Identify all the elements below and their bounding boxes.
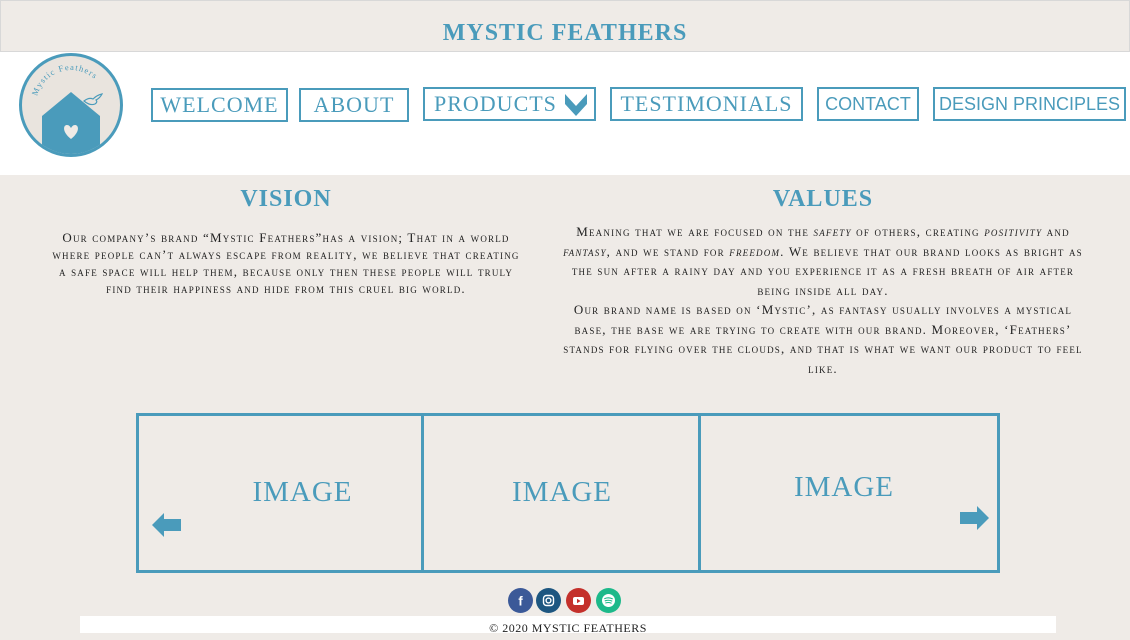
chevron-down-icon <box>564 92 588 126</box>
site-title: MYSTIC FEATHERS <box>442 20 688 46</box>
values-text-1: Meaning that we are focused on the safet… <box>562 222 1084 300</box>
nav-products[interactable]: PRODUCTS <box>423 87 596 121</box>
values-text-1a: Meaning that we are focused on the <box>576 224 814 239</box>
gallery-item-1[interactable]: IMAGE <box>139 416 422 570</box>
nav-welcome[interactable]: WELCOME <box>151 88 288 122</box>
logo-text: Mystic Feathers <box>29 62 99 97</box>
footer: © 2020 MYSTIC FEATHERS <box>80 616 1056 635</box>
emphasis-positivity: positivity <box>984 224 1043 239</box>
instagram-icon[interactable] <box>536 588 561 613</box>
gallery-item-3-label: IMAGE <box>793 471 895 503</box>
nav-design-principles[interactable]: DESIGN PRINCIPLES <box>933 87 1126 121</box>
vision-title: VISION <box>240 186 332 212</box>
youtube-icon[interactable] <box>566 588 591 613</box>
spotify-icon[interactable] <box>596 588 621 613</box>
gallery-item-2-label: IMAGE <box>511 476 613 508</box>
values-text-1c: and <box>1042 224 1070 239</box>
logo-house-icon: Mystic Feathers <box>29 62 104 154</box>
svg-text:f: f <box>518 594 523 609</box>
values-text-1d: , and we stand for <box>606 243 730 259</box>
vision-text: Our company’s brand “Mystic Feathers”has… <box>52 230 520 296</box>
gallery-item-2[interactable]: IMAGE <box>424 416 700 570</box>
arrow-right-icon[interactable] <box>959 506 989 534</box>
nav-contact[interactable]: CONTACT <box>817 87 919 121</box>
nav-products-label: PRODUCTS <box>434 91 557 116</box>
arrow-left-icon[interactable] <box>152 513 182 541</box>
emphasis-freedom: freedom <box>729 243 781 259</box>
values-title: VALUES <box>772 186 874 212</box>
emphasis-safety: safety <box>813 224 852 239</box>
facebook-icon[interactable]: f <box>508 588 533 613</box>
values-text-1b: of others, creating <box>851 224 985 239</box>
nav-testimonials[interactable]: TESTIMONIALS <box>610 87 803 121</box>
logo[interactable]: Mystic Feathers <box>19 53 123 157</box>
image-gallery: IMAGE IMAGE IMAGE <box>136 413 1000 573</box>
nav-about[interactable]: ABOUT <box>299 88 409 122</box>
values-text-2: Our brand name is based on ‘Mystic’, as … <box>563 302 1083 376</box>
svg-text:Mystic Feathers: Mystic Feathers <box>29 62 100 97</box>
emphasis-fantasy: fantasy <box>563 243 607 259</box>
gallery-item-3[interactable]: IMAGE <box>701 416 997 570</box>
gallery-item-1-label: IMAGE <box>252 476 353 508</box>
